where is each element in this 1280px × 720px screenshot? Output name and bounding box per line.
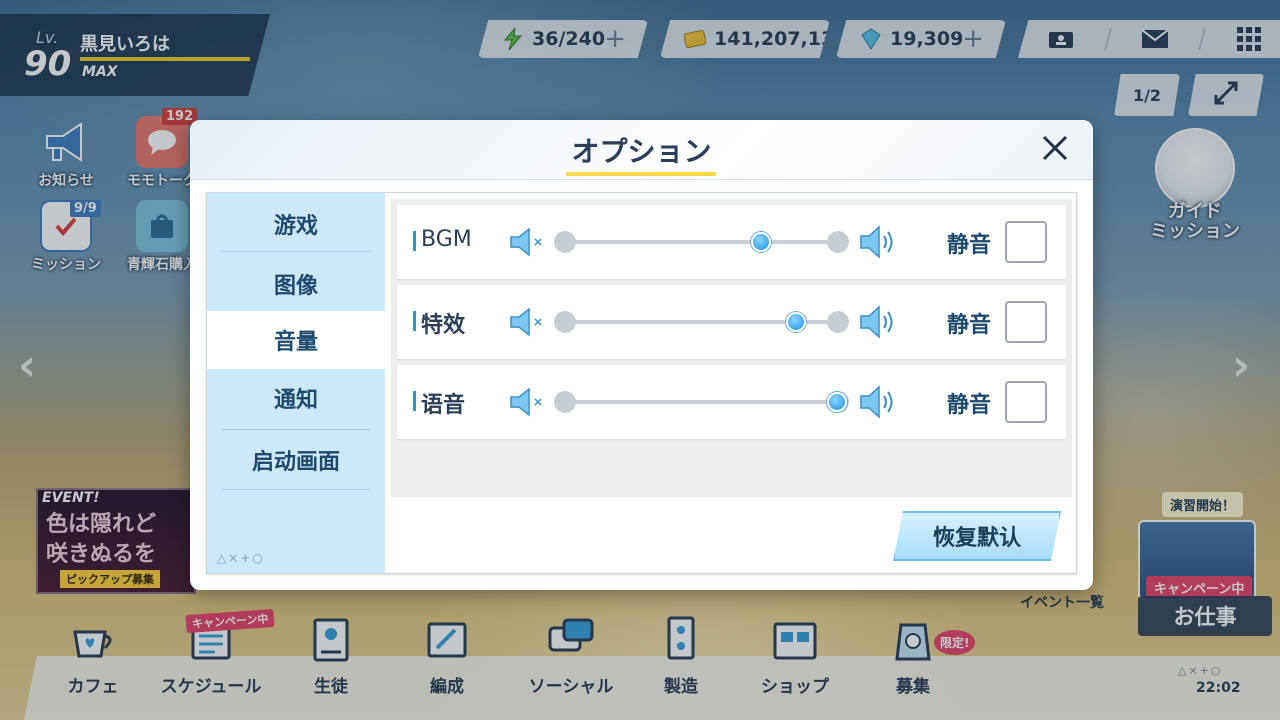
row-label: BGM xyxy=(421,227,472,252)
speaker-muted-icon[interactable] xyxy=(509,307,547,337)
tab-divider xyxy=(221,429,371,430)
tab-splash-screen[interactable]: 启动画面 xyxy=(207,431,385,489)
row-label: 语音 xyxy=(421,393,466,418)
volume-row-voice: 语音 静音 xyxy=(397,365,1066,439)
close-button[interactable] xyxy=(1035,128,1075,168)
slider-knob[interactable] xyxy=(750,232,771,252)
slider-max-stop xyxy=(827,231,849,253)
mute-checkbox[interactable] xyxy=(1005,301,1047,343)
speaker-muted-icon[interactable] xyxy=(509,387,547,417)
speaker-loud-icon[interactable] xyxy=(859,225,899,259)
row-accent xyxy=(413,391,416,411)
reset-default-button[interactable]: 恢复默认 xyxy=(893,511,1061,561)
tab-graphics[interactable]: 图像 xyxy=(207,255,385,313)
tab-game[interactable]: 游戏 xyxy=(207,195,385,253)
tab-divider xyxy=(221,251,371,252)
row-accent xyxy=(413,311,416,331)
slider-min-stop xyxy=(554,391,576,413)
slider-track[interactable] xyxy=(565,240,839,244)
title-underline xyxy=(566,172,716,176)
tab-volume[interactable]: 音量 xyxy=(207,311,385,369)
options-dialog: オプション 游戏 图像 音量 通知 启动画面 △×+○ BGM 静音 特效 静音… xyxy=(190,120,1093,590)
mute-label: 静音 xyxy=(947,233,992,258)
slider-track[interactable] xyxy=(565,400,839,404)
mute-label: 静音 xyxy=(947,393,992,418)
close-icon xyxy=(1042,135,1068,161)
speaker-loud-icon[interactable] xyxy=(859,305,899,339)
slider-min-stop xyxy=(554,311,576,333)
mute-label: 静音 xyxy=(947,313,992,338)
row-accent xyxy=(413,231,416,251)
volume-row-bgm: BGM 静音 xyxy=(397,205,1066,279)
mute-checkbox[interactable] xyxy=(1005,221,1047,263)
speaker-muted-icon[interactable] xyxy=(509,227,547,257)
slider-knob[interactable] xyxy=(827,392,847,412)
settings-tabs: 游戏 图像 音量 通知 启动画面 △×+○ xyxy=(207,193,385,573)
row-label: 特效 xyxy=(421,313,466,338)
tab-notification[interactable]: 通知 xyxy=(207,369,385,427)
dialog-title: オプション xyxy=(571,135,712,168)
dialog-body: 游戏 图像 音量 通知 启动画面 △×+○ BGM 静音 特效 静音 语音 静音… xyxy=(206,192,1077,574)
mute-checkbox[interactable] xyxy=(1005,381,1047,423)
tab-shapes-decoration: △×+○ xyxy=(217,551,265,565)
speaker-loud-icon[interactable] xyxy=(859,385,899,419)
volume-row-effects: 特效 静音 xyxy=(397,285,1066,359)
slider-knob[interactable] xyxy=(786,312,807,332)
slider-max-stop xyxy=(827,311,849,333)
tab-divider xyxy=(221,489,371,490)
slider-min-stop xyxy=(554,231,576,253)
volume-settings: BGM 静音 特效 静音 语音 静音 xyxy=(391,199,1072,497)
